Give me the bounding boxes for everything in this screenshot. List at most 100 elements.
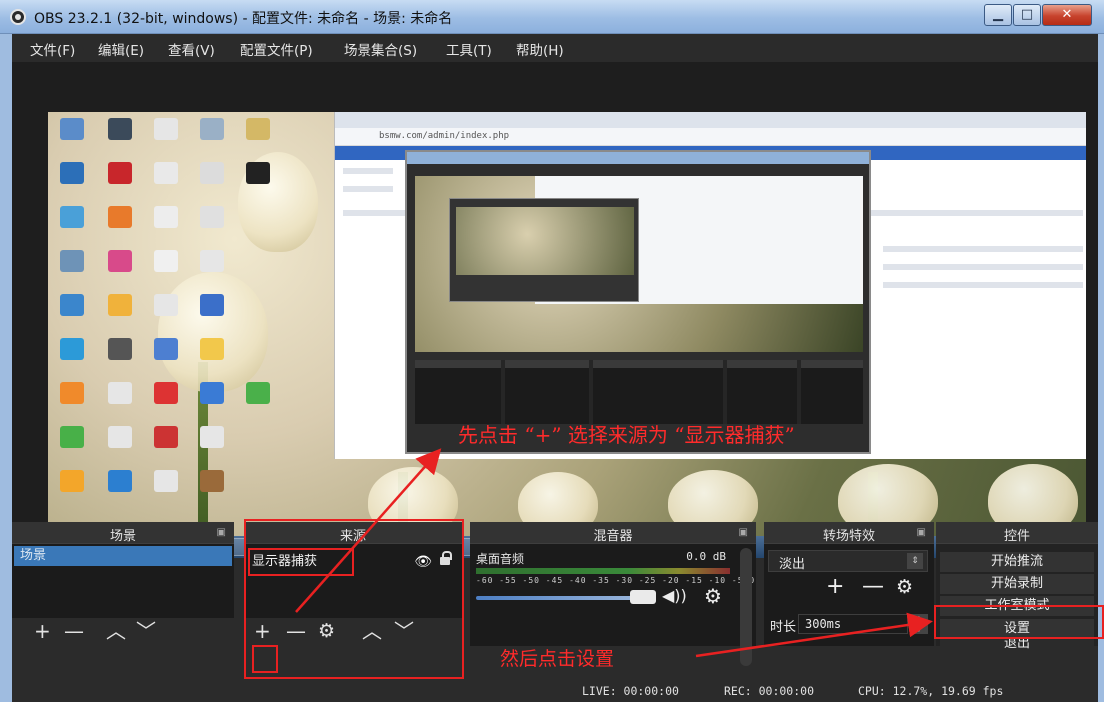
undock-icon[interactable]: ▣ <box>217 527 226 538</box>
desktop-icon <box>154 294 178 316</box>
desktop-icon <box>60 426 84 448</box>
menu-edit[interactable]: 编辑(E) <box>98 39 144 59</box>
menu-profile[interactable]: 配置文件(P) <box>240 39 313 59</box>
captured-dock <box>505 360 589 424</box>
captured-obs-docks <box>415 360 863 424</box>
start-recording-button[interactable]: 开始录制 <box>940 574 1094 594</box>
start-streaming-button[interactable]: 开始推流 <box>940 552 1094 572</box>
desktop-icon <box>200 338 224 360</box>
duration-spinner[interactable]: ▲ ▼ <box>910 614 928 634</box>
highlight-add-button <box>252 645 278 673</box>
add-scene-button[interactable]: + <box>34 620 51 642</box>
close-button[interactable]: ✕ <box>1042 4 1092 26</box>
add-transition-button[interactable]: + <box>826 574 844 599</box>
menu-view[interactable]: 查看(V) <box>168 39 215 59</box>
audio-mixer-dock: 混音器 ▣ 桌面音频 0.0 dB -60 -55 -50 -45 -40 -3… <box>470 522 756 666</box>
duration-input[interactable]: 300ms <box>798 614 908 634</box>
mixer-body: 桌面音频 0.0 dB -60 -55 -50 -45 -40 -35 -30 … <box>470 544 756 666</box>
captured-obs-nested-preview <box>456 207 634 275</box>
desktop-icon <box>108 206 132 228</box>
transitions-dock: 转场特效 ▣ 淡出 ⇕ + — ⚙ 时长 300ms ▲ ▼ <box>764 522 934 646</box>
move-up-icon[interactable]: ︿ <box>106 620 126 642</box>
remove-transition-button[interactable]: — <box>862 574 884 599</box>
desktop-icon <box>200 470 224 492</box>
captured-browser-window: bsmw.com/admin/index.php <box>334 112 1086 459</box>
desktop-icon <box>154 162 178 184</box>
duration-value: 300ms <box>805 617 842 631</box>
desktop-icon <box>108 426 132 448</box>
duration-label: 时长 <box>770 620 797 635</box>
captured-text-line <box>343 186 393 192</box>
desktop-icon <box>154 426 178 448</box>
captured-text-line <box>883 282 1083 288</box>
menu-file[interactable]: 文件(F) <box>30 39 75 59</box>
desktop-icon <box>60 118 84 140</box>
mixer-track-name: 桌面音频 <box>476 552 525 566</box>
menu-scene-collection[interactable]: 场景集合(S) <box>344 39 417 59</box>
desktop-icon <box>108 162 132 184</box>
desktop-icon <box>60 250 84 272</box>
desktop-icon <box>60 206 84 228</box>
controls-dock-header: 控件 <box>936 522 1098 544</box>
minimize-icon: ▁ <box>993 7 1003 22</box>
desktop-icon <box>108 294 132 316</box>
menu-tools[interactable]: 工具(T) <box>446 39 492 59</box>
undock-icon[interactable]: ▣ <box>739 527 748 538</box>
captured-address-bar: bsmw.com/admin/index.php <box>335 128 1086 146</box>
scene-item[interactable]: 场景 <box>14 546 232 566</box>
controls-dock-title: 控件 <box>1003 529 1030 544</box>
exit-button[interactable]: 退出 <box>940 638 1094 652</box>
mixer-dock-header: 混音器 ▣ <box>470 522 756 544</box>
scenes-dock-title: 场景 <box>109 529 136 544</box>
highlight-settings-button <box>934 605 1104 639</box>
window-title: OBS 23.2.1 (32-bit, windows) - 配置文件: 未命名… <box>34 11 453 27</box>
volume-slider[interactable] <box>476 596 646 600</box>
mixer-db-value: 0.0 dB <box>686 550 726 563</box>
speaker-icon[interactable]: ◀)) <box>662 586 687 605</box>
captured-text-line <box>343 168 393 174</box>
live-timer: LIVE: 00:00:00 <box>582 684 679 698</box>
desktop-icon <box>108 250 132 272</box>
mixer-scrollbar[interactable] <box>740 548 752 666</box>
maximize-icon: □ <box>1020 7 1034 22</box>
desktop-icon <box>200 294 224 316</box>
captured-obs-window <box>405 150 871 454</box>
desktop-icon <box>200 118 224 140</box>
tulip-flower <box>158 272 268 392</box>
desktop-icon <box>108 470 132 492</box>
captured-obs-preview <box>415 176 863 352</box>
transition-select[interactable]: 淡出 ⇕ <box>768 550 928 572</box>
highlight-source-item <box>248 548 354 576</box>
desktop-icon <box>60 294 84 316</box>
preview-canvas: bsmw.com/admin/index.php <box>48 112 1086 536</box>
remove-scene-button[interactable]: — <box>64 620 84 642</box>
desktop-icon <box>154 206 178 228</box>
captured-obs-nested-window <box>449 198 639 302</box>
captured-dock <box>593 360 723 424</box>
scenes-dock-header: 场景 ▣ <box>12 522 234 544</box>
move-down-icon[interactable]: ﹀ <box>136 620 156 642</box>
transition-gear-icon[interactable]: ⚙ <box>896 576 913 598</box>
transitions-dock-header: 转场特效 ▣ <box>764 522 934 544</box>
minimize-button[interactable]: ▁ <box>984 4 1012 26</box>
menu-help[interactable]: 帮助(H) <box>516 39 564 59</box>
annotation-step-one: 先点击 “+” 选择来源为 “显示器捕获” <box>458 423 795 447</box>
chevron-updown-icon: ⇕ <box>907 553 923 569</box>
mixer-gear-icon[interactable]: ⚙ <box>704 584 722 608</box>
volume-slider-handle[interactable] <box>630 590 656 604</box>
maximize-button[interactable]: □ <box>1013 4 1041 26</box>
captured-text-line <box>883 264 1083 270</box>
captured-browser-tabs <box>335 112 1086 128</box>
desktop-icon <box>246 382 270 404</box>
mixer-dock-title: 混音器 <box>593 529 633 544</box>
captured-dock <box>415 360 501 424</box>
obs-logo-icon <box>10 9 26 25</box>
desktop-icon <box>154 338 178 360</box>
preview-area[interactable]: bsmw.com/admin/index.php <box>12 62 1098 558</box>
annotation-step-two: 然后点击设置 <box>500 648 615 670</box>
desktop-icon <box>246 162 270 184</box>
desktop-icon <box>246 118 270 140</box>
desktop-icon <box>60 162 84 184</box>
undock-icon[interactable]: ▣ <box>917 527 926 538</box>
desktop-icon <box>200 162 224 184</box>
